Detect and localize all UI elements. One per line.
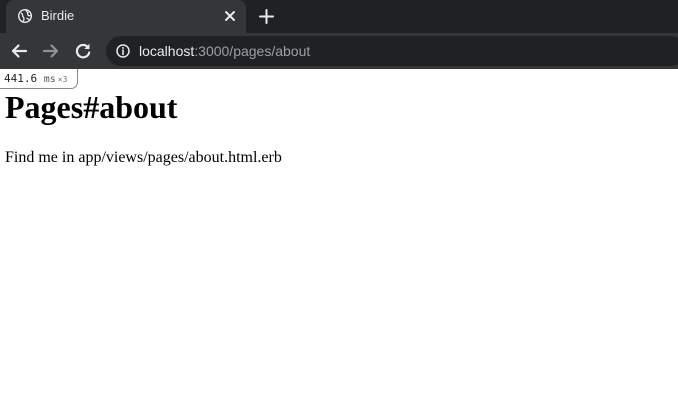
info-icon[interactable] — [116, 44, 130, 58]
profiler-unit: ms — [43, 74, 56, 85]
url-path: :3000/pages/about — [194, 43, 311, 59]
url-text[interactable]: localhost:3000/pages/about — [139, 43, 310, 59]
page-text: Find me in app/views/pages/about.html.er… — [5, 149, 282, 166]
profiler-badge[interactable]: 441.6 ms ×3 — [0, 69, 78, 89]
tab-strip: Birdie — [0, 0, 678, 33]
new-tab-plus-icon[interactable] — [258, 8, 275, 25]
page-heading: Pages#about — [5, 89, 178, 125]
browser-toolbar: localhost:3000/pages/about — [0, 33, 678, 69]
profiler-time: 441.6 ms ×3 — [4, 72, 67, 85]
address-bar[interactable]: localhost:3000/pages/about — [106, 36, 678, 66]
close-icon[interactable] — [222, 8, 238, 24]
url-host: localhost — [139, 43, 195, 59]
tab-title: Birdie — [41, 8, 75, 23]
back-arrow-icon[interactable] — [9, 41, 29, 61]
reload-icon[interactable] — [73, 41, 93, 61]
profiler-count: ×3 — [57, 75, 68, 84]
forward-arrow-icon[interactable] — [41, 41, 61, 61]
browser-tab[interactable]: Birdie — [6, 0, 246, 33]
globe-icon — [18, 9, 32, 23]
profiler-time-value: 441.6 — [4, 72, 38, 85]
